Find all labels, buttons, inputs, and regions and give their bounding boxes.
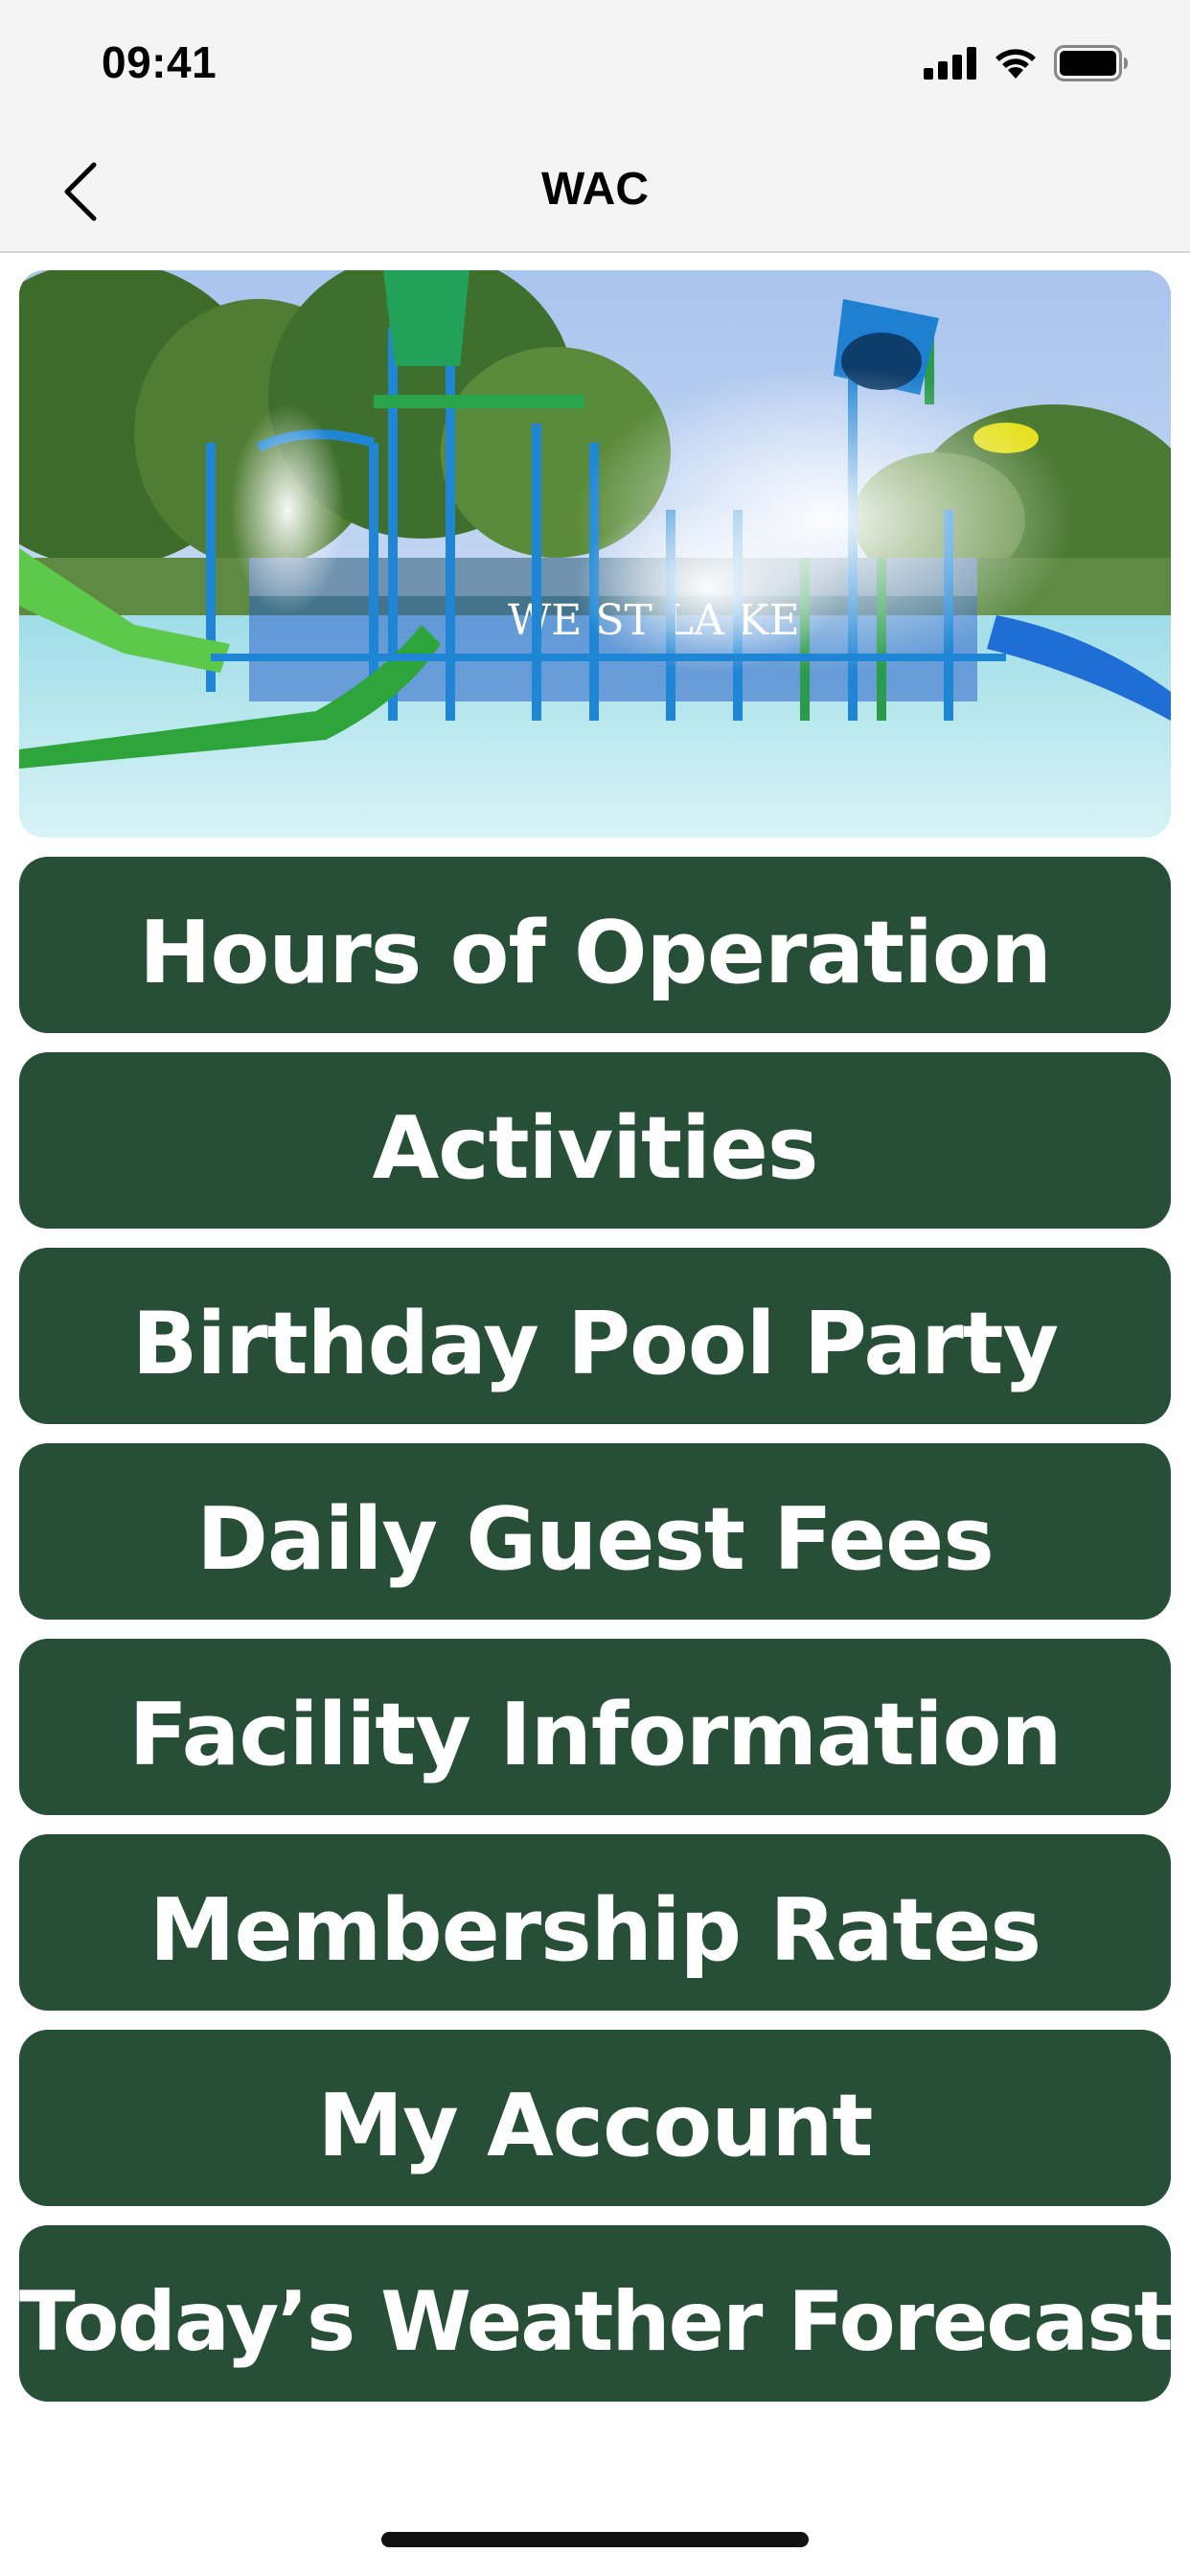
signal-icon: [924, 47, 976, 80]
facility-information-button[interactable]: Facility Information: [19, 1639, 1171, 1815]
menu-label: My Account: [317, 2076, 874, 2176]
water-park-photo: WE ST LA KE: [19, 270, 1171, 838]
menu-label: Membership Rates: [149, 1880, 1041, 1981]
weather-forecast-button[interactable]: Today’s Weather Forecast: [19, 2225, 1174, 2402]
birthday-pool-party-button[interactable]: Birthday Pool Party: [19, 1248, 1171, 1424]
hero-image: WE ST LA KE: [19, 270, 1171, 838]
wifi-icon: [995, 49, 1036, 79]
menu-label: Daily Guest Fees: [196, 1489, 995, 1590]
menu-label: Facility Information: [128, 1685, 1062, 1785]
status-icons: [924, 44, 1129, 82]
menu-list: Hours of Operation Activities Birthday P…: [19, 857, 1174, 2421]
my-account-button[interactable]: My Account: [19, 2030, 1171, 2206]
menu-label: Activities: [372, 1098, 819, 1199]
battery-icon: [1054, 45, 1128, 81]
menu-label: Birthday Pool Party: [131, 1294, 1059, 1394]
activities-button[interactable]: Activities: [19, 1052, 1171, 1229]
menu-label: Hours of Operation: [139, 903, 1052, 1003]
hours-of-operation-button[interactable]: Hours of Operation: [19, 857, 1171, 1033]
menu-label: Today’s Weather Forecast: [19, 2274, 1174, 2370]
navigation-bar: WAC: [0, 126, 1190, 253]
page-title: WAC: [541, 164, 649, 215]
status-time: 09:41: [102, 37, 217, 87]
daily-guest-fees-button[interactable]: Daily Guest Fees: [19, 1443, 1171, 1620]
status-bar: 09:41: [0, 0, 1190, 126]
home-indicator[interactable]: [381, 2532, 809, 2547]
membership-rates-button[interactable]: Membership Rates: [19, 1834, 1171, 2011]
